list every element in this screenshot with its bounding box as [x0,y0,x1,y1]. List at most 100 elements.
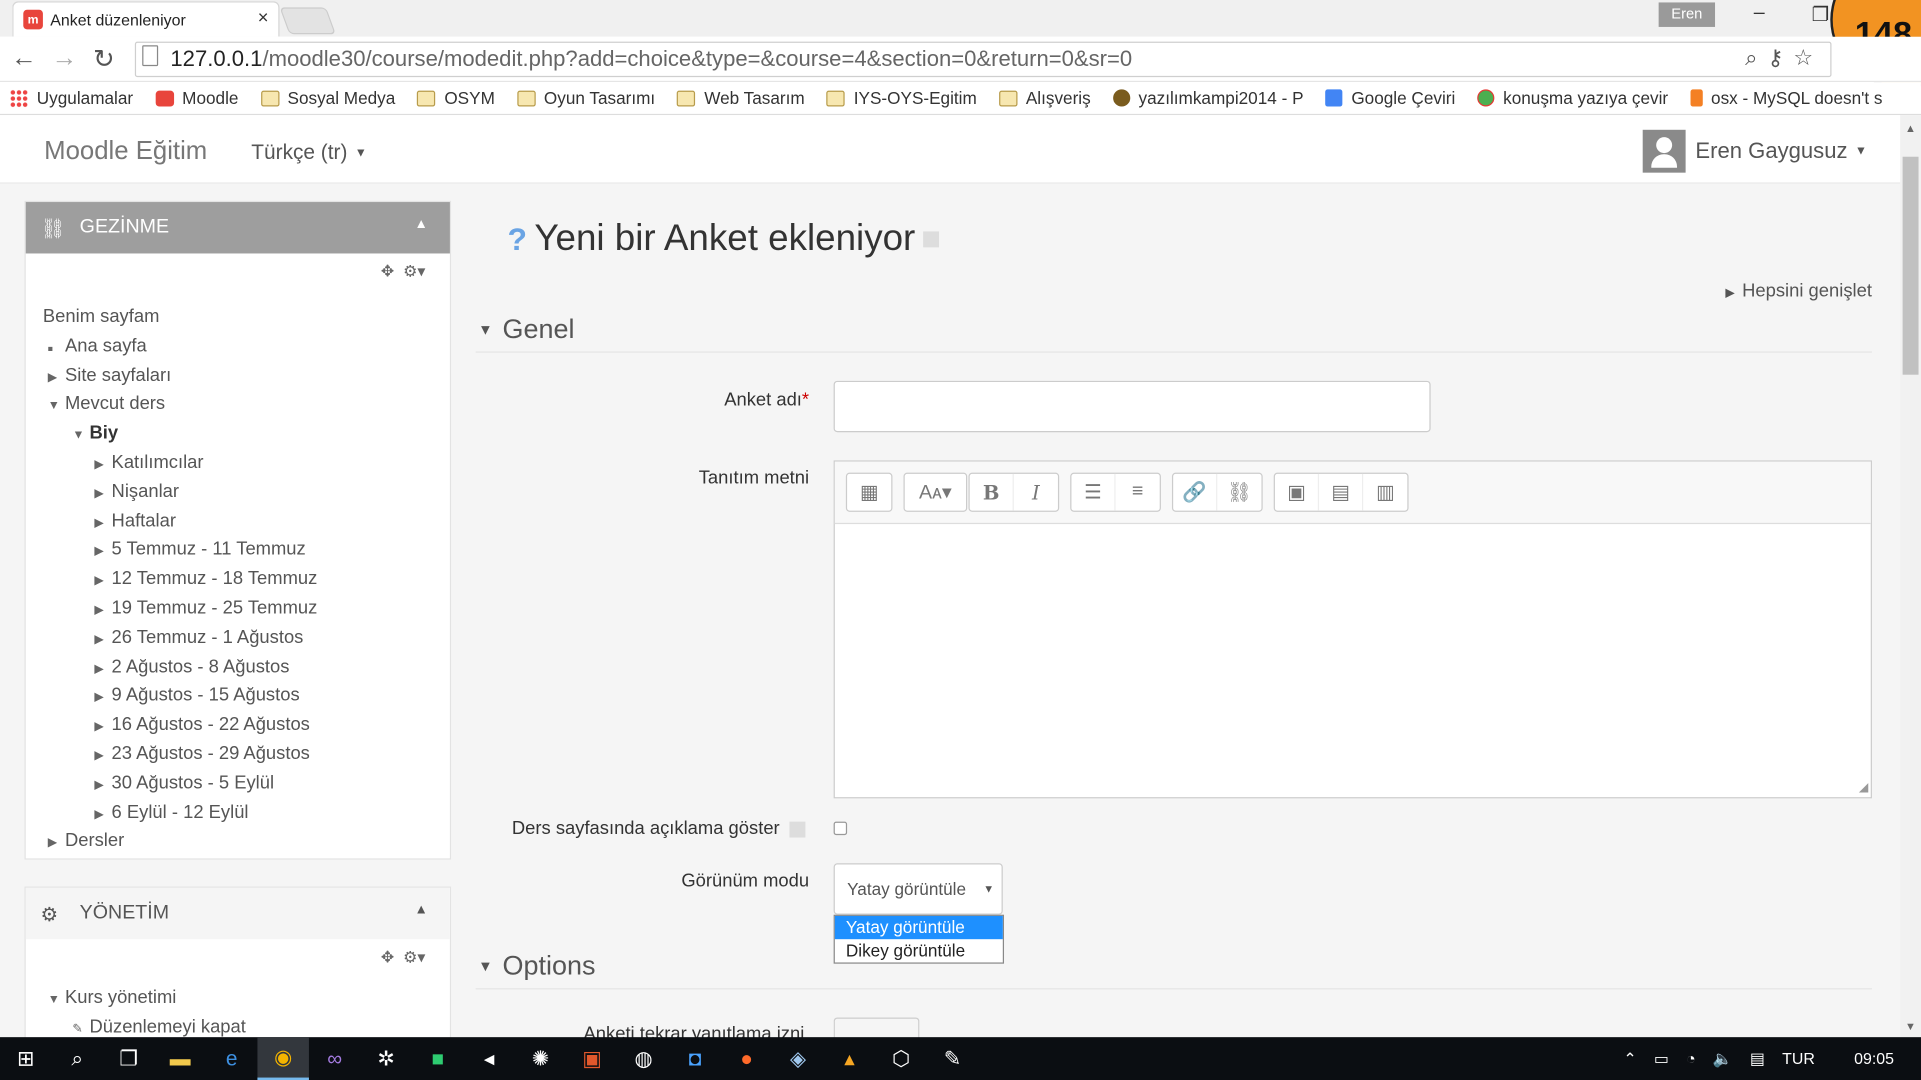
new-tab-button[interactable] [279,7,336,35]
tree-item[interactable]: ▶ 5 Temmuz - 11 Temmuz [43,536,450,565]
show-more-buttons-icon[interactable]: ▦ [847,474,891,511]
steam-icon[interactable]: ◈ [772,1037,823,1080]
choice-name-input[interactable] [833,380,1431,433]
section-options-header[interactable]: ▼ Options [475,943,1872,990]
tree-item[interactable]: ▶ 23 Ağustos - 29 Ağustos [43,740,450,769]
app-icon[interactable]: ▴ [824,1037,875,1080]
chrome-icon[interactable]: ◉ [257,1037,309,1080]
key-icon[interactable]: ⚷ [1767,45,1793,69]
chevron-up-icon[interactable]: ⌃ [1623,1049,1636,1069]
scroll-up-icon[interactable]: ▲ [1905,122,1916,134]
back-arrow-icon[interactable]: ← [11,44,37,73]
bookmark-item[interactable]: yazılımkampi2014 - P [1112,88,1304,108]
help-icon[interactable] [789,821,806,838]
scrollbar-thumb[interactable] [1902,156,1919,375]
gear-icon[interactable]: ⚙▾ [403,262,425,280]
clock[interactable]: 09:05 [1854,1049,1894,1067]
task-view-icon[interactable]: ❐ [103,1037,154,1080]
bold-icon[interactable]: B [970,473,1014,511]
help-icon[interactable] [922,230,939,247]
tree-item[interactable]: ▶ Site sayfaları [43,361,450,390]
input-language[interactable]: TUR [1782,1049,1815,1067]
administration-block-header[interactable]: ⚙ YÖNETİM ▲ [25,887,450,940]
manage-files-icon[interactable]: ▥ [1363,474,1407,511]
bookmark-item[interactable]: Google Çeviri [1325,88,1455,108]
tree-item[interactable]: ▶ Haftalar [43,506,450,535]
resize-handle-icon[interactable]: ◢ [1859,781,1868,794]
collapse-icon[interactable]: ▲ [414,217,427,232]
bookmark-item[interactable]: konuşma yazıya çevir [1477,88,1668,108]
bookmark-item[interactable]: Sosyal Medya [260,88,395,108]
section-general-header[interactable]: ▼ Genel [475,306,1872,353]
italic-icon[interactable]: I [1014,474,1058,511]
bookmark-item[interactable]: Uygulamalar [9,88,133,108]
star-icon[interactable]: ☆ [1793,45,1823,69]
move-icon[interactable]: ✥ [381,948,394,966]
media-icon[interactable]: ▤ [1319,473,1364,511]
file-explorer-icon[interactable]: ▬ [154,1037,205,1080]
tree-item[interactable]: ▶ 12 Temmuz - 18 Temmuz [43,565,450,594]
tree-item[interactable]: ▶ Nişanlar [43,477,450,506]
app-icon[interactable]: ■ [412,1037,463,1080]
unlink-icon[interactable]: ⛓ [1217,474,1261,511]
tree-item[interactable]: ▶ 6 Eylül - 12 Eylül [43,798,450,827]
powerpoint-icon[interactable]: ▣ [566,1037,617,1080]
ordered-list-icon[interactable]: ≡ [1116,474,1160,511]
app-icon[interactable]: ● [721,1037,772,1080]
tree-item[interactable]: ▶ 16 Ağustos - 22 Ağustos [43,710,450,739]
battery-icon[interactable]: ▭ [1654,1049,1669,1069]
bookmark-item[interactable]: osx - MySQL doesn't s [1690,88,1883,108]
collapse-icon[interactable]: ▲ [414,902,427,917]
app-icon[interactable]: ◘ [669,1037,720,1080]
settings-app-icon[interactable]: ✲ [360,1037,411,1080]
tree-item[interactable]: ■ Ana sayfa [43,332,450,361]
tree-item[interactable]: ▶ 19 Temmuz - 25 Temmuz [43,594,450,623]
search-icon[interactable]: ⌕ [51,1037,102,1080]
paragraph-styles-icon[interactable]: Aᴀ▾ [905,474,966,511]
minimize-icon[interactable]: – [1741,2,1778,24]
notifications-icon[interactable]: ▤ [1750,1049,1765,1069]
link-icon[interactable]: 🔗 [1173,473,1218,511]
tree-item[interactable]: ▼ Mevcut ders [43,390,450,419]
edge-icon[interactable]: e [206,1037,257,1080]
tree-item[interactable]: ▼ Kurs yönetimi [43,983,450,1012]
app-icon[interactable]: ◍ [618,1037,669,1080]
gear-icon[interactable]: ⚙▾ [403,948,425,966]
navigation-block-header[interactable]: ⛓ GEZİNME ▲ [25,202,450,254]
bookmark-item[interactable]: OSYM [417,88,495,108]
tree-item[interactable]: ▶ Dersler [43,827,450,856]
bookmark-item[interactable]: Alışveriş [998,88,1091,108]
profile-chip[interactable]: Eren [1658,2,1716,27]
tree-item[interactable]: ▼ Biy [43,419,450,448]
tree-item[interactable]: ▶ 2 Ağustos - 8 Ağustos [43,652,450,681]
bookmark-item[interactable]: Moodle [155,88,238,108]
tree-item[interactable]: ▶ Katılımcılar [43,448,450,477]
zoom-icon[interactable]: ⌕ [1745,45,1767,69]
language-menu[interactable]: Türkçe (tr) ▼ [251,141,367,165]
tree-item[interactable]: ▶ 30 Ağustos - 5 Eylül [43,769,450,798]
wifi-icon[interactable]: ◔ [1686,1049,1696,1067]
tree-item[interactable]: ▶ 26 Temmuz - 1 Ağustos [43,623,450,652]
page-scrollbar[interactable]: ▲ ▼ [1900,115,1921,1038]
editor-content-area[interactable] [835,524,1871,798]
forward-arrow-icon[interactable]: → [51,44,77,73]
volume-icon[interactable]: 🔈 [1713,1049,1733,1069]
show-description-checkbox[interactable] [833,821,848,836]
visual-studio-icon[interactable]: ∞ [309,1037,360,1080]
app-icon[interactable]: ⬡ [875,1037,926,1080]
app-icon[interactable]: ◂ [463,1037,514,1080]
reload-icon[interactable]: ↻ [93,44,115,75]
url-input[interactable]: 127.0.0.1/moodle30/course/modedit.php?ad… [134,41,1832,78]
tree-item[interactable]: Benim sayfam [43,302,450,331]
app-icon[interactable]: ✎ [927,1037,978,1080]
option-horizontal[interactable]: Yatay görüntüle [834,915,1003,940]
browser-tab[interactable]: m Anket düzenleniyor × [12,1,280,37]
scroll-down-icon[interactable]: ▼ [1905,1020,1916,1032]
display-mode-select[interactable]: Yatay görüntüle ▼ [833,863,1003,915]
start-icon[interactable]: ⊞ [0,1037,51,1080]
bookmark-item[interactable]: Web Tasarım [677,88,805,108]
user-menu[interactable]: Eren Gaygusuz ▼ [1642,129,1867,173]
tab-close-icon[interactable]: × [258,7,269,28]
app-icon[interactable]: ✺ [515,1037,566,1080]
tree-item[interactable]: ▶ 9 Ağustos - 15 Ağustos [43,681,450,710]
